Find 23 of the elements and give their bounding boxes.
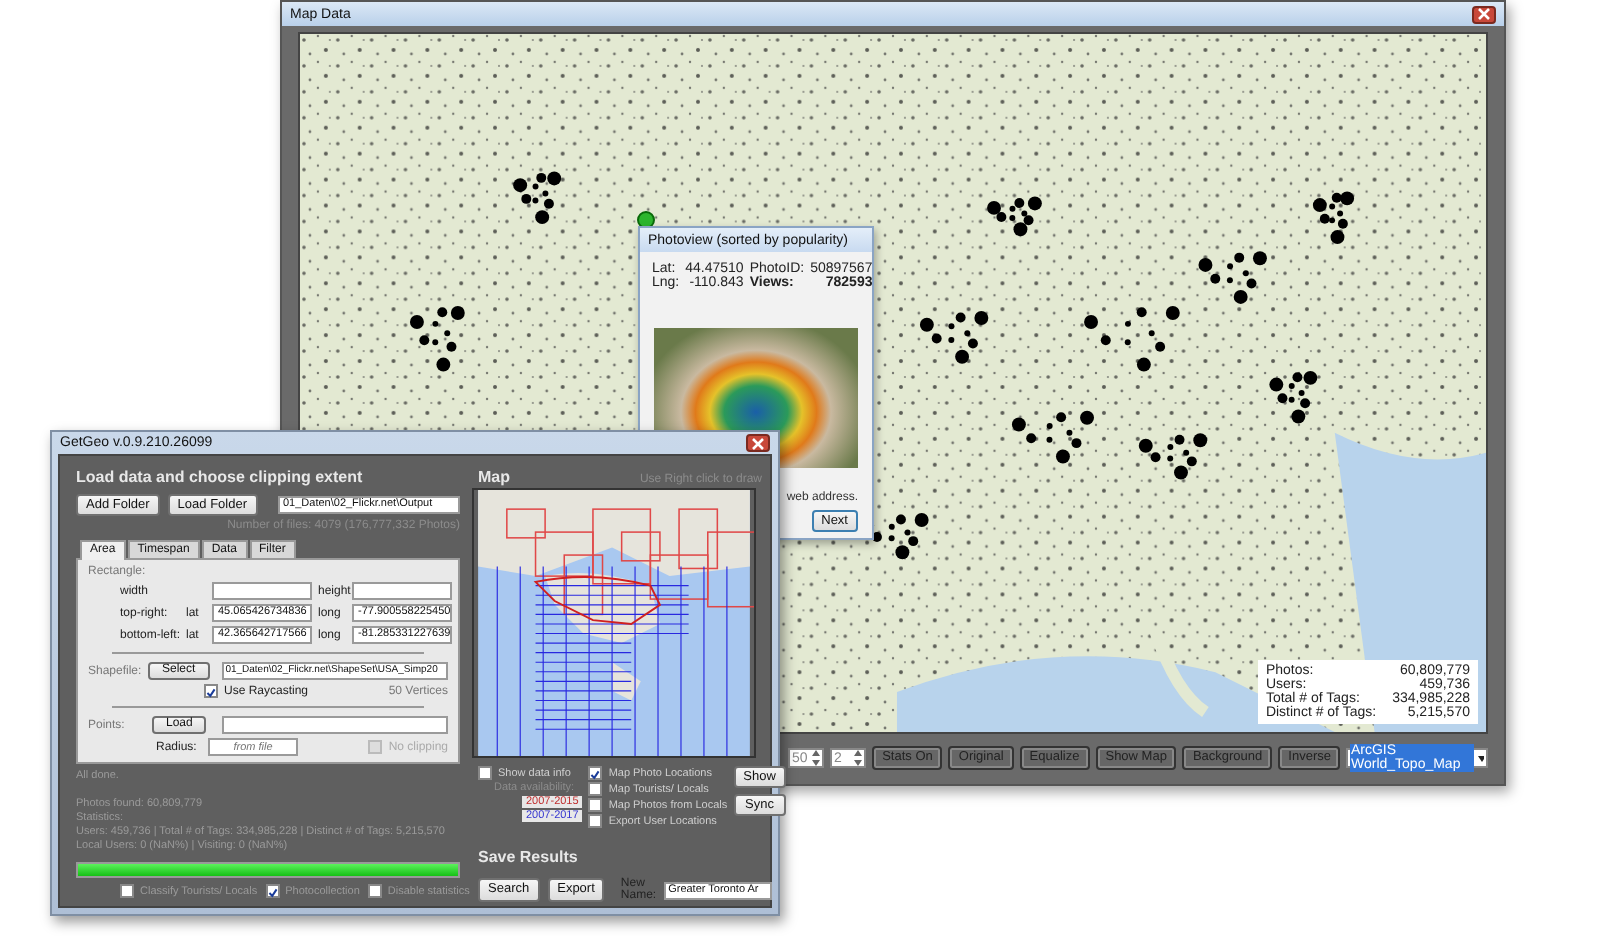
- checkbox[interactable]: [588, 798, 603, 812]
- checkbox[interactable]: [367, 884, 382, 899]
- close-button[interactable]: [1472, 5, 1496, 23]
- spinner-arrows-icon: [812, 750, 821, 766]
- checkbox[interactable]: [265, 884, 280, 899]
- close-icon: [752, 437, 764, 449]
- height-field[interactable]: [352, 582, 452, 601]
- checkbox[interactable]: [120, 884, 134, 899]
- checkbox[interactable]: [478, 766, 492, 780]
- checkbox[interactable]: [588, 782, 603, 796]
- section-heading: Save Results: [478, 848, 580, 866]
- checkbox[interactable]: [588, 766, 603, 780]
- map-drawing[interactable]: [472, 488, 756, 758]
- section-heading: Load data and choose clipping extent: [76, 468, 365, 486]
- width-field[interactable]: [212, 582, 312, 601]
- checkbox[interactable]: [588, 814, 603, 828]
- close-icon: [1478, 8, 1490, 20]
- checkbox[interactable]: [204, 684, 218, 699]
- caret-icon: [1477, 755, 1484, 761]
- close-button[interactable]: [746, 434, 770, 452]
- points-field[interactable]: [222, 716, 448, 735]
- section-heading: Map: [478, 468, 510, 486]
- spinner-arrows-icon: [854, 750, 863, 766]
